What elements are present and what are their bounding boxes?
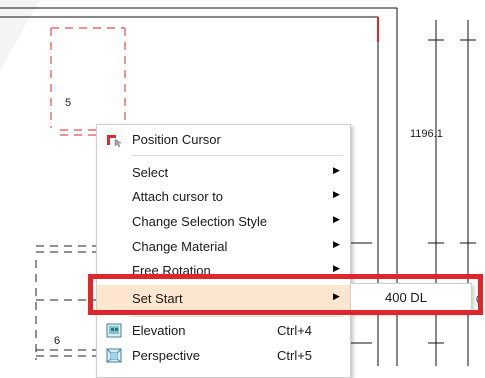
menu-item-attach-cursor[interactable]: Attach cursor to ▶: [97, 185, 350, 208]
faded-corner: [0, 0, 40, 70]
menu-item-label: Perspective: [132, 348, 200, 363]
room-6-outline: [35, 245, 96, 360]
menu-item-shortcut: Ctrl+5: [277, 348, 313, 363]
menu-item-position-cursor[interactable]: Position Cursor: [97, 128, 350, 151]
menu-item-label: Select: [132, 165, 169, 180]
menu-separator: [131, 316, 343, 317]
menu-item-select[interactable]: Select ▶: [97, 161, 350, 184]
menu-item-elevation[interactable]: Elevation Ctrl+4: [97, 319, 350, 342]
dimension-label: 1196.1: [410, 128, 443, 140]
menu-item-label: Elevation: [132, 323, 186, 338]
room-label-6: 6: [54, 335, 61, 347]
menu-item-label: Attach cursor to: [132, 189, 224, 204]
menu-separator: [131, 155, 343, 156]
position-cursor-icon: [107, 135, 122, 147]
menu-item-label: Change Material: [132, 239, 228, 254]
menu-item-perspective[interactable]: Perspective Ctrl+5: [97, 344, 350, 367]
context-menu: Position Cursor Select ▶ Attach cursor t…: [96, 124, 351, 378]
menu-item-change-material[interactable]: Change Material ▶: [97, 235, 350, 258]
menu-item-label: Position Cursor: [132, 132, 221, 147]
submenu-arrow-icon: ▶: [333, 263, 340, 273]
submenu-arrow-icon: ▶: [333, 214, 340, 224]
submenu-arrow-icon: ▶: [333, 165, 340, 175]
elevation-icon: [106, 323, 122, 338]
menu-item-change-selection-style[interactable]: Change Selection Style ▶: [97, 210, 350, 233]
submenu-arrow-icon: ▶: [333, 189, 340, 199]
submenu-arrow-icon: ▶: [333, 239, 340, 249]
room-label-5: 5: [65, 97, 72, 109]
menu-item-shortcut: Ctrl+4: [277, 323, 313, 338]
highlight-annotation-box: [88, 274, 483, 315]
perspective-icon: [106, 348, 122, 363]
room-5-bottom-double: [60, 129, 96, 136]
room-5-outline: [50, 27, 126, 128]
menu-item-label: Change Selection Style: [132, 214, 268, 229]
